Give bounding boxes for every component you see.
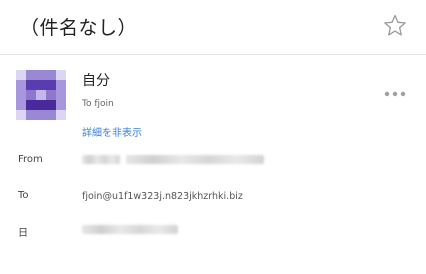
more-icon[interactable]	[384, 83, 406, 97]
hide-details-link[interactable]: 詳細を非表示	[82, 124, 142, 139]
star-icon[interactable]	[382, 13, 408, 39]
sender-name: 自分	[82, 73, 110, 89]
from-label: From	[18, 154, 43, 165]
message-header: （件名なし）	[0, 0, 426, 55]
recipient-summary: To fjoin	[82, 99, 114, 109]
to-label: To	[18, 190, 29, 201]
subject-title: （件名なし）	[20, 17, 138, 39]
date-label: 日	[18, 228, 28, 239]
avatar	[16, 70, 66, 120]
to-value[interactable]: fjoin@u1f1w323j.n823jkhzrhki.biz	[82, 191, 243, 202]
